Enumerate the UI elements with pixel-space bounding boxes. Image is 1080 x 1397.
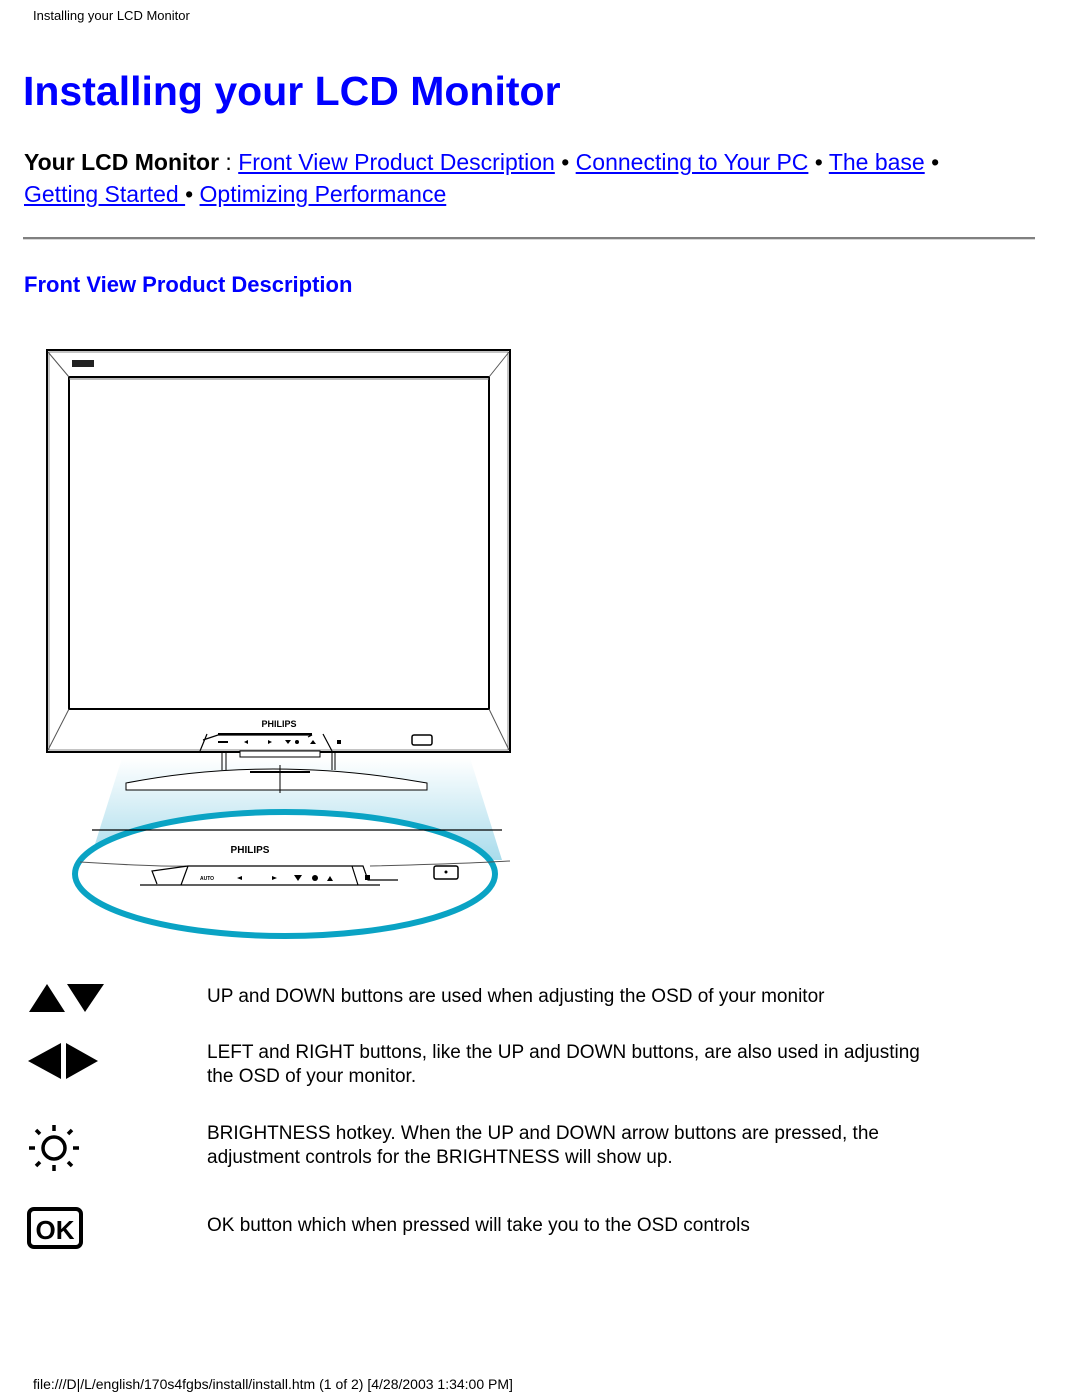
left-right-arrows-icon <box>26 1041 106 1086</box>
legend-text: BRIGHTNESS hotkey. When the UP and DOWN … <box>207 1123 879 1168</box>
nav-link-optimizing-performance[interactable]: Optimizing Performance <box>200 181 447 207</box>
legend-text: LEFT and RIGHT buttons, like the UP and … <box>207 1042 920 1087</box>
nav-bullet: • <box>808 149 829 175</box>
svg-text:OK: OK <box>36 1215 75 1245</box>
nav-link-front-view[interactable]: Front View Product Description <box>238 149 555 175</box>
section-nav: Your LCD Monitor : Front View Product De… <box>24 146 1034 210</box>
page-title: Installing your LCD Monitor <box>23 68 561 114</box>
horizontal-rule <box>23 237 1035 240</box>
running-header: Installing your LCD Monitor <box>33 8 190 23</box>
section-title: Front View Product Description <box>24 272 353 297</box>
legend-text: UP and DOWN buttons are used when adjust… <box>207 986 825 1007</box>
nav-bullet: • <box>554 149 576 175</box>
power-button <box>411 734 433 746</box>
nav-link-getting-started[interactable]: Getting Started <box>24 181 185 207</box>
monitor-front-view-figure: PHILIPS PHILIPS AUTO <box>40 340 520 950</box>
legend-text: OK button which when pressed will take y… <box>207 1215 750 1236</box>
brand-logo: PHILIPS <box>261 719 296 729</box>
up-down-arrows-icon <box>26 982 106 1021</box>
ok-button-icon: OK <box>26 1206 84 1255</box>
brightness-sun-icon <box>26 1122 82 1179</box>
nav-colon: : <box>219 149 239 175</box>
zoom-brand-logo: PHILIPS <box>231 845 270 856</box>
page-footer: file:///D|/L/english/170s4fgbs/install/i… <box>33 1376 513 1392</box>
model-badge <box>72 360 94 367</box>
nav-link-the-base[interactable]: The base <box>829 149 925 175</box>
nav-bullet: • <box>924 149 940 175</box>
monitor-illustration: PHILIPS PHILIPS AUTO <box>46 349 511 939</box>
svg-text:AUTO: AUTO <box>200 876 214 882</box>
nav-bullet: • <box>185 181 200 207</box>
nav-link-connecting-pc[interactable]: Connecting to Your PC <box>576 149 809 175</box>
nav-lead: Your LCD Monitor <box>24 149 220 175</box>
monitor-screen <box>68 376 490 710</box>
